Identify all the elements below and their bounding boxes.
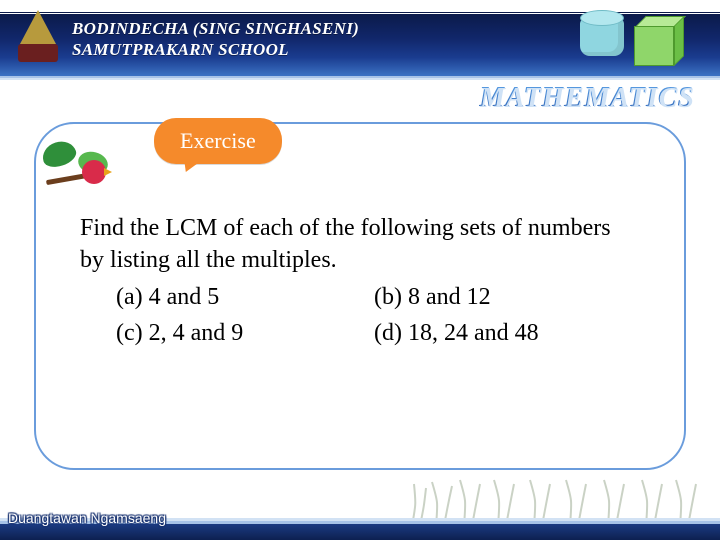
bird-leaf-icon	[42, 136, 120, 198]
options-grid: (a) 4 and 5 (b) 8 and 12 (c) 2, 4 and 9 …	[80, 280, 640, 350]
school-title-line2: SAMUTPRAKARN SCHOOL	[72, 40, 289, 59]
slide: BODINDECHA (SING SINGHASENI) SAMUTPRAKAR…	[0, 0, 720, 540]
cube-icon	[626, 12, 684, 70]
school-title-line1: BODINDECHA (SING SINGHASENI)	[72, 19, 359, 38]
content-card: Exercise Find the LCM of each of the fol…	[34, 122, 686, 470]
option-d: (d) 18, 24 and 48	[374, 316, 640, 350]
school-logo-icon	[14, 8, 62, 72]
footer-stripe	[0, 524, 720, 540]
subject-title: MATHEMATICS	[479, 82, 694, 114]
question-text: Find the LCM of each of the following se…	[80, 212, 640, 276]
option-c: (c) 2, 4 and 9	[116, 316, 366, 350]
option-b: (b) 8 and 12	[374, 280, 640, 314]
header-shapes-icon	[578, 6, 698, 74]
exercise-badge: Exercise	[154, 118, 282, 164]
option-a: (a) 4 and 5	[116, 280, 366, 314]
cylinder-icon	[578, 10, 626, 58]
author-name: Duangtawan Ngamsaeng	[8, 510, 166, 526]
footer: Duangtawan Ngamsaeng	[0, 500, 720, 540]
school-title: BODINDECHA (SING SINGHASENI) SAMUTPRAKAR…	[72, 18, 359, 60]
